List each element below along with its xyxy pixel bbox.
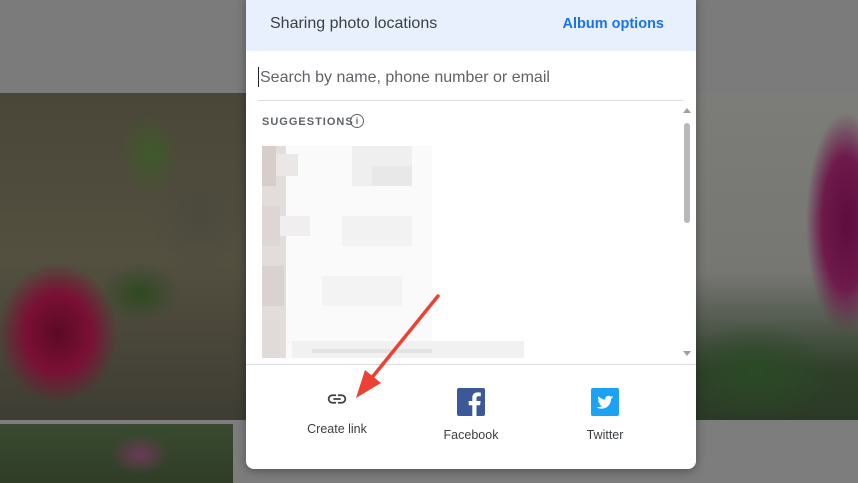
twitter-share-button[interactable]: Twitter [550,388,660,442]
dialog-title: Sharing photo locations [270,15,438,32]
search-input[interactable] [258,62,682,94]
facebook-label: Facebook [443,428,499,442]
photo-thumbnail[interactable] [696,93,858,420]
album-options-button[interactable]: Album options [563,16,665,32]
share-dialog: Sharing photo locations Album options SU… [246,0,696,469]
suggestions-heading: SUGGESTIONS [262,116,354,128]
facebook-icon [457,388,485,416]
dialog-header: Sharing photo locations Album options [246,0,696,51]
facebook-share-button[interactable]: Facebook [416,388,526,442]
create-link-button[interactable]: Create link [282,388,392,436]
blurred-suggestions [262,146,524,358]
scroll-up-arrow-icon[interactable] [683,108,691,113]
scrollbar[interactable] [681,108,693,356]
twitter-label: Twitter [586,428,624,442]
suggestions-list[interactable] [262,146,524,358]
create-link-label: Create link [307,422,367,436]
photo-thumbnail[interactable] [0,93,246,420]
divider [246,364,696,365]
photo-thumbnail[interactable] [0,424,233,483]
info-icon[interactable]: i [350,114,364,128]
scrollbar-thumb[interactable] [684,123,690,223]
search-field-container [258,56,683,101]
album-background [696,420,858,483]
text-cursor [258,67,259,87]
twitter-icon [591,388,619,416]
link-icon [327,394,347,404]
scroll-down-arrow-icon[interactable] [683,351,691,356]
